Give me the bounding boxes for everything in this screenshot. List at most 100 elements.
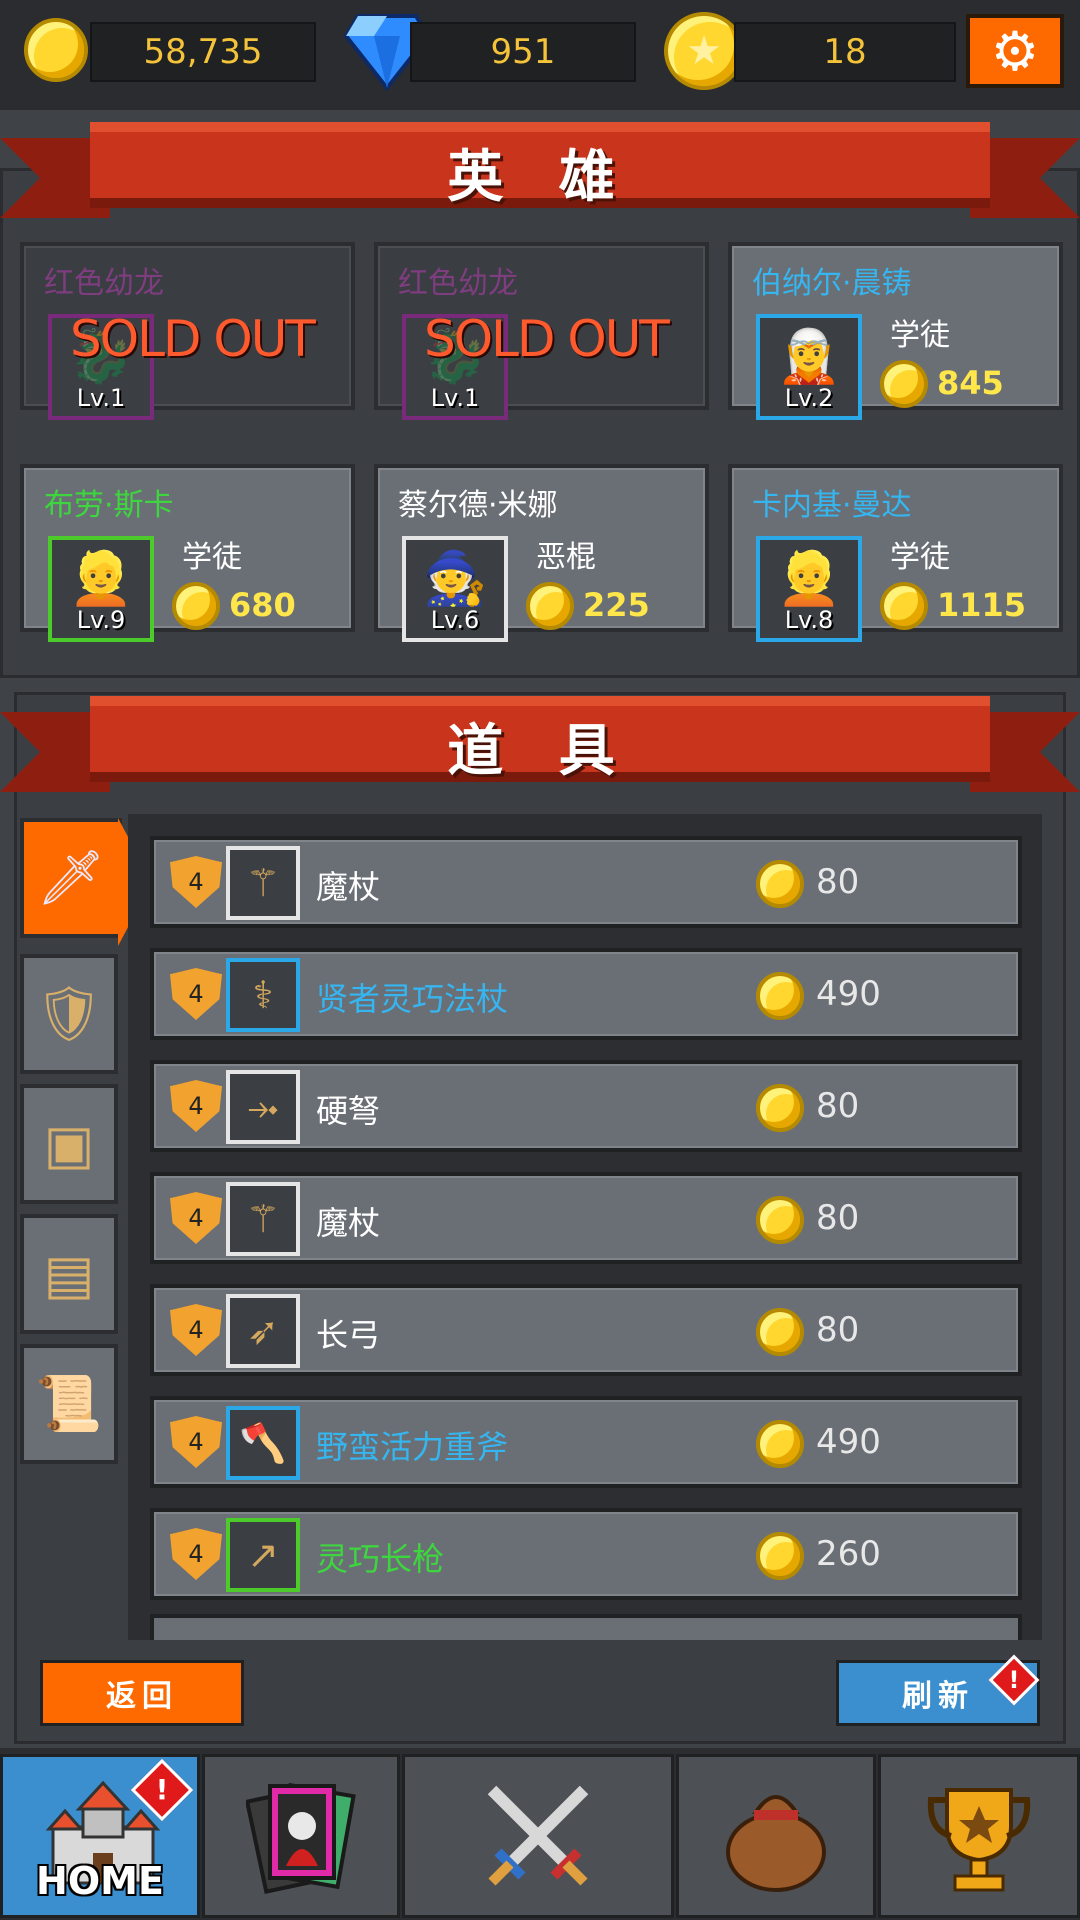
hero-class: 学徒 [890, 318, 950, 353]
axe-icon: 🪓 [226, 1406, 300, 1480]
hero-name: 伯纳尔·晨铸 [752, 266, 912, 301]
item-name: 贤者灵巧法杖 [316, 980, 509, 1018]
star-counter: 18 [734, 22, 956, 82]
sold-out-label: SOLD OUT [424, 310, 670, 368]
hero-name: 布劳·斯卡 [44, 488, 174, 523]
item-row[interactable]: 4 🪓 野蛮活力重斧 490 [150, 1396, 1022, 1488]
gold-coin-icon [172, 582, 220, 630]
gold-coin-icon [880, 360, 928, 408]
gold-coin-icon [756, 972, 804, 1020]
gold-coin-icon [756, 1308, 804, 1356]
hero-teal-hair-icon: 🧝 [776, 327, 842, 387]
items-ribbon: 道 具 [0, 692, 1080, 802]
tier-shield-icon: 4 [170, 856, 222, 908]
tier-shield-icon: 4 [170, 1304, 222, 1356]
diamond-counter: 951 [410, 22, 636, 82]
crossbow-icon: ⤞ [226, 1070, 300, 1144]
bottom-navbar: HOME ! [0, 1748, 1080, 1920]
item-row[interactable]: 4 ⚚ 魔杖 80 [150, 836, 1022, 928]
item-name: 魔杖 [316, 868, 381, 906]
item-price: 80 [816, 1198, 860, 1238]
item-row[interactable]: 4 ↗ 灵巧长枪 260 [150, 1508, 1022, 1600]
heroes-ribbon: 英 雄 [0, 118, 1080, 228]
hero-class: 学徒 [182, 540, 242, 575]
item-name: 魔杖 [316, 1204, 381, 1242]
staff-icon: ⚕ [226, 958, 300, 1032]
hero-level: Lv.1 [430, 384, 480, 412]
tier-shield-icon: 4 [170, 1192, 222, 1244]
hero-name: 红色幼龙 [44, 266, 164, 301]
hero-portrait: 👱 Lv.8 [756, 536, 862, 642]
item-name: 灵巧长枪 [316, 1540, 445, 1578]
item-price: 80 [816, 1086, 860, 1126]
settings-button[interactable]: ⚙ [966, 14, 1064, 88]
nav-home-label: HOME [36, 1859, 164, 1903]
tier-shield-icon: 4 [170, 968, 222, 1020]
spear-icon: ↗ [226, 1518, 300, 1592]
tab-armor-chest[interactable]: ▣ [20, 1084, 118, 1204]
gold-coin-icon [526, 582, 574, 630]
item-row[interactable]: 4 ⚚ 魔杖 80 [150, 1172, 1022, 1264]
loot-bag-icon [726, 1795, 826, 1892]
gold-coin-icon [756, 1196, 804, 1244]
gold-coin-icon [756, 860, 804, 908]
gear-icon: ⚙ [990, 19, 1040, 83]
hero-price: 1115 [937, 586, 1027, 624]
nav-trophy[interactable] [878, 1754, 1080, 1918]
item-row-partial [150, 1614, 1022, 1640]
armor-chest-icon: ▣ [43, 1112, 95, 1176]
tier-shield-icon: 4 [170, 1528, 222, 1580]
heroes-title: 英 雄 [447, 145, 633, 210]
item-price: 490 [816, 1422, 881, 1462]
hero-card[interactable]: 伯纳尔·晨铸 🧝 Lv.2 学徒 845 [728, 242, 1063, 420]
tier-shield-icon: 4 [170, 1080, 222, 1132]
item-list[interactable]: 4 ⚚ 魔杖 80 4 ⚕ 贤者灵巧法杖 490 4 ⤞ 硬弩 80 4 ⚚ 魔… [128, 814, 1042, 1640]
hero-blonde-icon: 👱 [776, 549, 842, 609]
item-name: 长弓 [316, 1316, 381, 1354]
hero-card[interactable]: 蔡尔德·米娜 🧙 Lv.6 恶棍 225 [374, 464, 709, 642]
hero-blonde-icon: 👱 [68, 549, 134, 609]
hero-purple-hair-icon: 🧙 [422, 549, 488, 609]
sold-out-label: SOLD OUT [70, 310, 316, 368]
hero-level: Lv.8 [784, 606, 834, 634]
item-row[interactable]: 4 ➶ 长弓 80 [150, 1284, 1022, 1376]
shield-icon: 🛡 [34, 982, 104, 1045]
hero-price: 845 [937, 364, 1004, 402]
item-row[interactable]: 4 ⤞ 硬弩 80 [150, 1060, 1022, 1152]
wand-icon: ⚚ [226, 1182, 300, 1256]
hero-class: 恶棍 [536, 540, 596, 575]
item-price: 260 [816, 1534, 881, 1574]
hero-price: 225 [583, 586, 650, 624]
tab-shield[interactable]: 🛡 [20, 954, 118, 1074]
nav-battle[interactable] [402, 1754, 674, 1918]
tab-scroll[interactable]: 📜 [20, 1344, 118, 1464]
gold-coin-icon [880, 582, 928, 630]
hero-price: 680 [229, 586, 296, 624]
treasure-chest-icon: ▤ [43, 1242, 95, 1306]
back-button[interactable]: 返回 [40, 1660, 244, 1726]
hero-card[interactable]: 卡内基·曼达 👱 Lv.8 学徒 1115 [728, 464, 1063, 642]
item-row[interactable]: 4 ⚕ 贤者灵巧法杖 490 [150, 948, 1022, 1040]
wand-icon: ⚚ [226, 846, 300, 920]
hero-card: 红色幼龙 🐉 Lv.1 SOLD OUT [20, 242, 355, 420]
nav-loot[interactable] [676, 1754, 876, 1918]
gold-coin-icon [756, 1420, 804, 1468]
top-bar: 58,735 951 ★ 18 ⚙ [0, 0, 1080, 110]
tab-treasure-chest[interactable]: ▤ [20, 1214, 118, 1334]
trophy-icon [927, 1788, 1031, 1892]
gold-counter: 58,735 [90, 22, 316, 82]
item-price: 80 [816, 1310, 860, 1350]
tab-sword[interactable]: 🗡 [20, 818, 122, 938]
hero-portrait: 🧙 Lv.6 [402, 536, 508, 642]
hero-card[interactable]: 布劳·斯卡 👱 Lv.9 学徒 680 [20, 464, 355, 642]
cards-icon [246, 1782, 356, 1895]
hero-card: 红色幼龙 🐉 Lv.1 SOLD OUT [374, 242, 709, 420]
hero-level: Lv.1 [76, 384, 126, 412]
nav-heroes[interactable] [202, 1754, 400, 1918]
hero-portrait: 👱 Lv.9 [48, 536, 154, 642]
tier-shield-icon: 4 [170, 1416, 222, 1468]
gold-coin-icon [756, 1532, 804, 1580]
item-name: 硬弩 [316, 1092, 381, 1130]
hero-class: 学徒 [890, 540, 950, 575]
item-price: 80 [816, 862, 860, 902]
